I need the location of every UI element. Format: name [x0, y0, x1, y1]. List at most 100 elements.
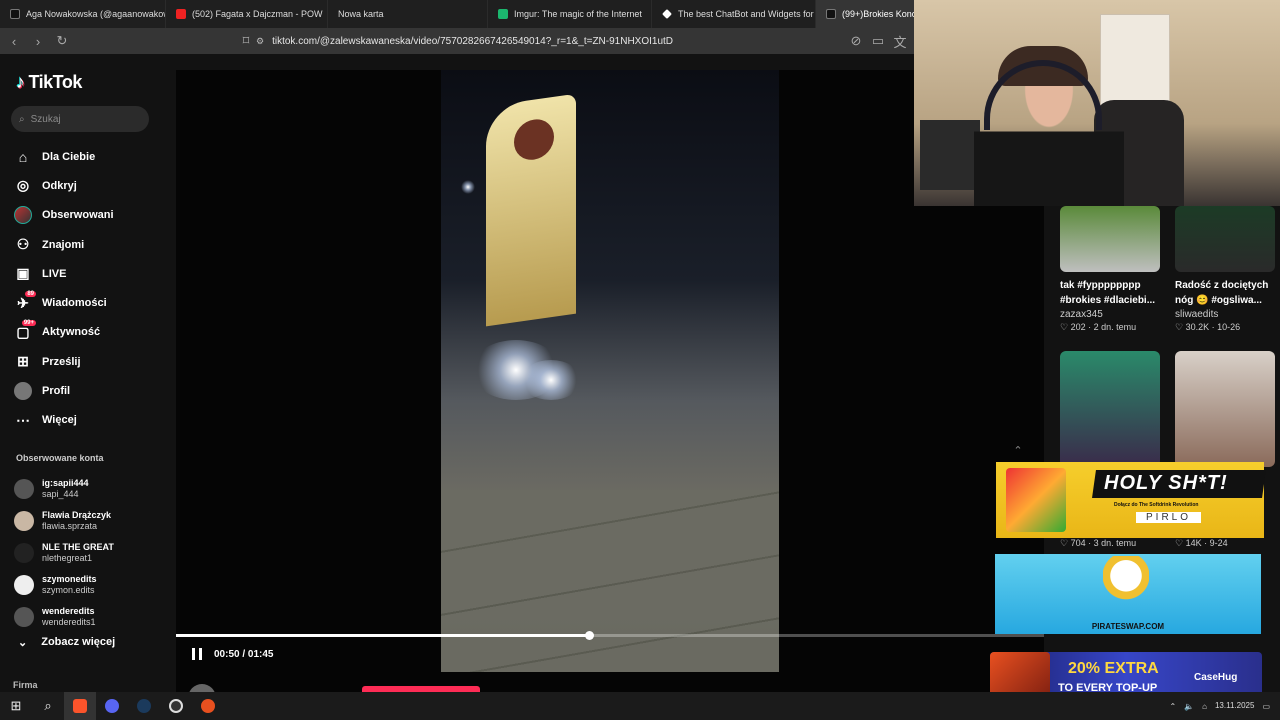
following-avatar-icon — [14, 206, 32, 225]
obs-icon[interactable] — [160, 692, 192, 720]
forward-icon[interactable]: › — [28, 31, 48, 51]
video-frame[interactable] — [441, 70, 779, 672]
friends-icon: ⚇ — [16, 236, 30, 253]
sidebar-item-znajomi[interactable]: ⚇ Znajomi — [14, 230, 114, 259]
rec-card[interactable] — [1175, 351, 1275, 467]
messages-badge: 89 — [25, 291, 36, 298]
avatar — [14, 575, 34, 595]
browser-tab[interactable]: Imgur: The magic of the Internet — [488, 0, 652, 28]
compass-icon: ◎ — [16, 177, 30, 194]
heart-outline-icon: ♡ — [1175, 322, 1186, 332]
following-accounts: ig:sapii444 sapi_444 Flawia Drążczyk flawi… — [14, 473, 114, 633]
url-field[interactable]: ⚙ tiktok.com/@zalewskawaneska/video/75702… — [256, 31, 916, 51]
street-light — [461, 180, 475, 194]
sidebar-item-przeslij[interactable]: ⊞ Prześlij — [14, 347, 114, 376]
following-section-title: Obserwowane konta — [16, 453, 104, 463]
sidebar-item-odkryj[interactable]: ◎ Odkryj — [14, 171, 114, 200]
live-icon: ▣ — [16, 265, 30, 282]
rec-thumbnail — [1175, 206, 1275, 272]
avatar — [14, 511, 34, 531]
reload-icon[interactable]: ↻ — [52, 31, 72, 51]
account-item[interactable]: szymonedits szymon.edits — [14, 569, 114, 601]
screen-icon[interactable]: ▭ — [868, 31, 888, 51]
account-item[interactable]: ig:sapii444 sapi_444 — [14, 473, 114, 505]
translate-icon[interactable]: 文 — [890, 31, 910, 51]
avatar — [14, 543, 34, 563]
browser-tab-active[interactable]: (99+)Brokies Konc — [816, 0, 916, 28]
chevron-up-icon[interactable]: ⌃ — [1169, 702, 1176, 711]
windows-start-icon[interactable]: ⊞ — [0, 692, 32, 720]
chevron-up-icon[interactable]: ⌃ — [1013, 444, 1022, 457]
rooster-mascot — [1103, 556, 1149, 622]
tiktok-logo[interactable]: ♪ TikTok — [16, 72, 82, 93]
site-info-icon[interactable]: ⚙ — [256, 36, 264, 47]
rec-card[interactable] — [1060, 351, 1160, 467]
avatar — [14, 607, 34, 627]
chatbot-icon — [662, 9, 672, 19]
sidebar-item-profil[interactable]: Profil — [14, 376, 114, 405]
footer-firma[interactable]: Firma — [13, 680, 38, 690]
rec-thumbnail — [1060, 206, 1160, 272]
sidebar-item-wiecej[interactable]: ⋯ Więcej — [14, 406, 114, 435]
tiktok-icon — [10, 9, 20, 19]
browser-tab[interactable]: (502) Fagata x Dajczman - POW — [166, 0, 328, 28]
drink-product-image — [1006, 468, 1066, 532]
back-icon[interactable]: ‹ — [4, 31, 24, 51]
browser-tab[interactable]: Nowa karta — [328, 0, 488, 28]
rec-thumbnail — [1060, 351, 1160, 467]
reader-icon[interactable]: ⊘ — [846, 31, 866, 51]
pause-icon[interactable] — [192, 648, 202, 660]
banner-flag — [486, 93, 576, 327]
home-icon: ⌂ — [18, 148, 28, 165]
account-item[interactable]: NLE THE GREAT nlethegreat1 — [14, 537, 114, 569]
brave-browser-icon[interactable] — [64, 692, 96, 720]
heart-outline-icon: ♡ — [1060, 322, 1071, 332]
avatar — [14, 479, 34, 499]
search-input[interactable]: ⌕ Szukaj — [11, 106, 149, 132]
windows-taskbar: ⊞ ⌕ ⌃ 🔈 ⌂ 13.11.2025 ▭ — [0, 692, 1280, 720]
account-item[interactable]: wenderedits wenderedits1 — [14, 601, 114, 633]
activity-icon: ▢ 99+ — [16, 320, 36, 340]
webcam-overlay — [914, 0, 1280, 206]
app-icon[interactable] — [192, 692, 224, 720]
steam-icon[interactable] — [128, 692, 160, 720]
progress-fill — [176, 634, 590, 637]
rec-card[interactable]: tak #fypppppppp #brokies #dlaciebi... za… — [1060, 206, 1160, 333]
bookmark-icon[interactable]: ⌑ — [236, 31, 256, 51]
sidebar-nav: ⌂ Dla Ciebie ◎ Odkryj Obserwowani ⚇ Znajomi… — [14, 142, 114, 435]
imgur-icon — [498, 9, 508, 19]
messages-icon: ✈ 89 — [17, 291, 36, 311]
heart-outline-icon: ♡ — [1060, 538, 1071, 548]
sidebar-item-live[interactable]: ▣ LIVE — [14, 259, 114, 288]
rec-card[interactable]: Radość z dociętych nóg 😊 #ogsliwa... sli… — [1175, 206, 1275, 333]
headlight — [521, 360, 581, 400]
network-icon[interactable]: ⌂ — [1202, 702, 1207, 711]
tiktok-note-icon: ♪ — [16, 72, 25, 92]
softdrink-ad: HOLY SH*T! Dołącz do The Softdrink Revol… — [996, 462, 1266, 538]
heart-outline-icon: ♡ — [1175, 538, 1186, 548]
pirateswap-ad: PIRATESWAP.COM — [995, 554, 1261, 634]
clock[interactable]: 13.11.2025 — [1215, 701, 1254, 711]
search-icon[interactable]: ⌕ — [32, 692, 64, 720]
discord-icon[interactable] — [96, 692, 128, 720]
profile-avatar — [14, 382, 32, 401]
browser-tab[interactable]: The best ChatBot and Widgets for K — [652, 0, 816, 28]
see-more-button[interactable]: ⌄ Zobacz więcej — [18, 636, 115, 649]
sidebar-item-aktywnosc[interactable]: ▢ 99+ Aktywność — [14, 318, 114, 347]
player-controls: 00:50 / 01:45 — [192, 648, 274, 660]
sidebar-item-dla-ciebie[interactable]: ⌂ Dla Ciebie — [14, 142, 114, 171]
chevron-down-icon: ⌄ — [18, 637, 28, 649]
system-tray: ⌃ 🔈 ⌂ 13.11.2025 ▭ — [1169, 692, 1270, 720]
progress-bar[interactable] — [176, 631, 1044, 640]
account-item[interactable]: Flawia Drążczyk flawia.sprzata — [14, 505, 114, 537]
more-icon: ⋯ — [16, 411, 30, 428]
sidebar-item-obserwowani[interactable]: Obserwowani — [14, 201, 114, 230]
time-display: 00:50 / 01:45 — [214, 648, 274, 660]
search-icon: ⌕ — [19, 113, 25, 125]
notifications-icon[interactable]: ▭ — [1262, 702, 1270, 711]
sidebar-item-wiadomosci[interactable]: ✈ 89 Wiadomości — [14, 288, 114, 317]
rec-thumbnail — [1175, 351, 1275, 467]
browser-tab[interactable]: Aga Nowakowska (@agaanowakowa — [0, 0, 166, 28]
pavement — [441, 490, 779, 672]
speaker-icon[interactable]: 🔈 — [1184, 702, 1194, 711]
